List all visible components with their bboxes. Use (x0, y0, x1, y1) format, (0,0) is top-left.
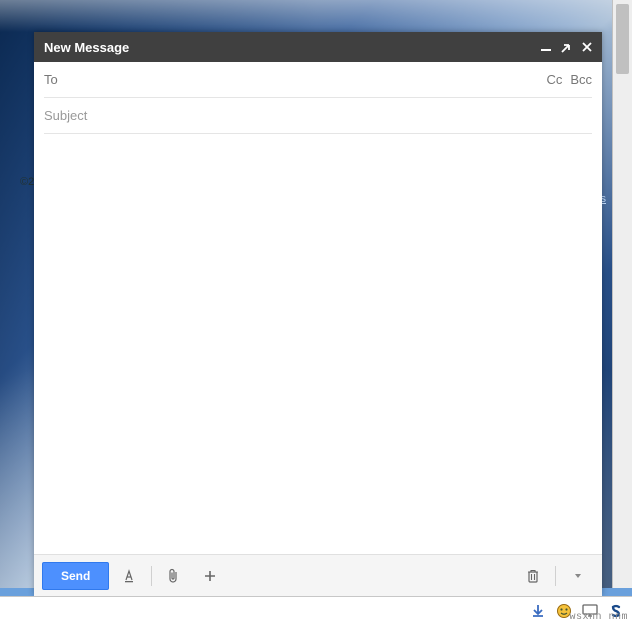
popout-icon (561, 42, 572, 53)
copyright-text: ©2 (20, 176, 34, 188)
compose-toolbar: Send (34, 554, 602, 596)
browser-scrollbar[interactable] (612, 0, 632, 596)
close-button[interactable] (582, 42, 592, 52)
window-controls (541, 42, 592, 53)
close-icon (582, 42, 592, 52)
send-button[interactable]: Send (42, 562, 109, 590)
cc-bcc-toggles: Cc Bcc (546, 72, 592, 87)
scrollbar-thumb[interactable] (616, 4, 629, 74)
cc-toggle[interactable]: Cc (546, 72, 562, 87)
message-body-input[interactable] (44, 142, 592, 546)
toolbar-separator (151, 566, 152, 586)
more-options-button[interactable] (562, 562, 594, 590)
toolbar-separator (555, 566, 556, 586)
to-label: To (44, 72, 58, 87)
desktop-background-top (0, 0, 612, 32)
subject-field-row[interactable] (44, 98, 592, 134)
popout-button[interactable] (561, 42, 572, 53)
chevron-down-icon (574, 572, 582, 580)
minimize-icon (541, 42, 551, 52)
bcc-toggle[interactable]: Bcc (570, 72, 592, 87)
window-title: New Message (44, 40, 129, 55)
compose-window: New Message To Cc Bcc (34, 32, 602, 596)
download-icon (530, 603, 546, 619)
header-fields: To Cc Bcc (34, 62, 602, 134)
plus-icon (204, 570, 216, 582)
format-text-icon (122, 569, 136, 583)
system-tray (0, 596, 632, 624)
trash-icon (527, 569, 539, 583)
minimize-button[interactable] (541, 42, 551, 52)
attach-icon (167, 568, 181, 584)
download-indicator[interactable] (530, 603, 546, 619)
watermark: wsxnn nnm (569, 612, 628, 623)
subject-input[interactable] (44, 108, 592, 123)
window-titlebar[interactable]: New Message (34, 32, 602, 62)
formatting-options-button[interactable] (113, 562, 145, 590)
message-body-area[interactable] (34, 134, 602, 554)
insert-more-button[interactable] (194, 562, 226, 590)
attach-file-button[interactable] (158, 562, 190, 590)
discard-draft-button[interactable] (517, 562, 549, 590)
to-field-row[interactable]: To Cc Bcc (44, 62, 592, 98)
to-input[interactable] (66, 72, 547, 87)
